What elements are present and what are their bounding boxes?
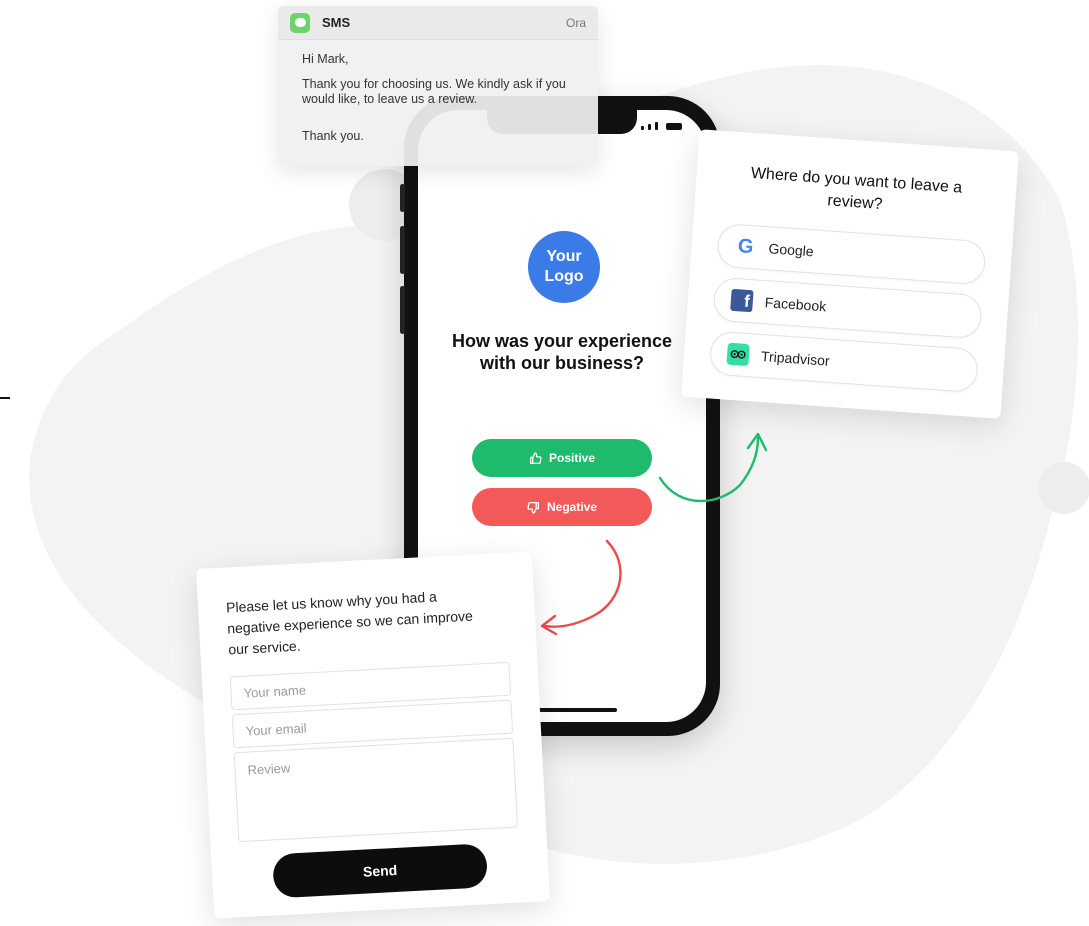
sms-header: SMS Ora bbox=[278, 6, 598, 40]
signal-bar bbox=[655, 122, 658, 130]
review-platforms-card: Where do you want to leave a review? G G… bbox=[681, 129, 1019, 419]
sms-signoff: Thank you. bbox=[302, 129, 364, 143]
sms-body: Hi Mark, Thank you for choosing us. We k… bbox=[278, 40, 598, 166]
negative-button[interactable]: Negative bbox=[472, 488, 652, 526]
send-button[interactable]: Send bbox=[272, 843, 489, 899]
google-button[interactable]: G Google bbox=[716, 222, 987, 286]
phone-volume-down bbox=[400, 286, 405, 334]
google-icon: G bbox=[737, 234, 755, 258]
positive-label: Positive bbox=[548, 451, 596, 465]
facebook-button[interactable]: f Facebook bbox=[712, 276, 983, 340]
facebook-label: Facebook bbox=[764, 294, 827, 315]
google-label: Google bbox=[768, 240, 815, 260]
sms-message: Thank you for choosing us. We kindly ask… bbox=[302, 77, 566, 106]
signal-icon bbox=[641, 126, 644, 130]
review-textarea[interactable] bbox=[233, 737, 519, 843]
sms-title: SMS bbox=[322, 15, 351, 30]
thumbs-down-icon bbox=[527, 501, 540, 514]
facebook-icon: f bbox=[730, 288, 754, 313]
experience-question: How was your experience with our busines… bbox=[451, 331, 673, 373]
message-icon bbox=[290, 12, 310, 33]
battery-icon bbox=[666, 123, 682, 130]
sms-time: Ora bbox=[565, 15, 586, 30]
positive-button[interactable]: Positive bbox=[472, 439, 652, 477]
sms-notification[interactable]: SMS Ora Hi Mark, Thank you for choosing … bbox=[278, 6, 598, 166]
status-bar-icons bbox=[641, 122, 682, 130]
sms-greeting: Hi Mark, bbox=[302, 52, 349, 66]
phone-mute-switch bbox=[400, 184, 405, 212]
phone-volume-up bbox=[400, 226, 405, 274]
tripadvisor-label: Tripadvisor bbox=[760, 348, 831, 369]
form-intro-text: Please let us know why you had a negativ… bbox=[225, 588, 474, 658]
feedback-form-card: Please let us know why you had a negativ… bbox=[196, 551, 550, 919]
review-card-title: Where do you want to leave a review? bbox=[750, 164, 963, 214]
signal-bar bbox=[648, 124, 651, 130]
business-logo: Your Logo bbox=[528, 231, 600, 303]
negative-label: Negative bbox=[546, 500, 598, 514]
tripadvisor-button[interactable]: Tripadvisor bbox=[708, 330, 980, 394]
tripadvisor-icon bbox=[726, 342, 750, 367]
thumbs-up-icon bbox=[529, 451, 542, 464]
